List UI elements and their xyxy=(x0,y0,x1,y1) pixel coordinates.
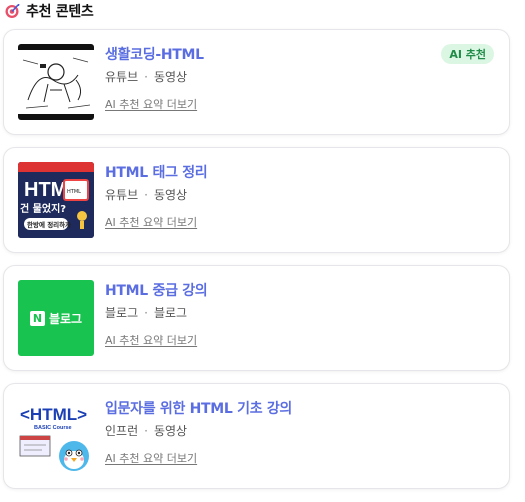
content-meta: 유튜브 · 동영상 xyxy=(105,68,495,85)
ai-summary-link[interactable]: AI 추천 요약 더보기 xyxy=(105,96,197,112)
target-icon xyxy=(5,4,20,18)
thumb-basic-course-text: BASIC Course xyxy=(34,425,72,431)
thumb-banner-text: 한방에 정리하자 xyxy=(27,220,71,229)
ai-recommend-badge: AI 추천 xyxy=(441,44,494,64)
content-card[interactable]: HTML 건 물었지? HTML 한방에 정리하자 HTML 태그 정리 유튜브… xyxy=(3,147,510,253)
html-basic-thumbnail: <HTML> BASIC Course xyxy=(18,398,94,474)
html-tag-thumbnail: HTML 건 물었지? HTML 한방에 정리하자 xyxy=(18,162,94,238)
ai-summary-link[interactable]: AI 추천 요약 더보기 xyxy=(105,450,197,466)
content-type: 블로그 xyxy=(153,306,188,320)
content-title-link[interactable]: 생활코딩-HTML xyxy=(105,44,495,64)
content-title-link[interactable]: HTML 중급 강의 xyxy=(105,280,495,300)
separator-dot: · xyxy=(144,187,148,202)
content-type: 동영상 xyxy=(153,188,188,202)
separator-dot: · xyxy=(144,69,148,84)
ai-summary-link[interactable]: AI 추천 요약 더보기 xyxy=(105,332,197,348)
thumbnail-image[interactable] xyxy=(18,44,94,120)
thumbnail-image[interactable]: N 블로그 xyxy=(18,280,94,356)
content-title-link[interactable]: 입문자를 위한 HTML 기초 강의 xyxy=(105,398,495,418)
content-meta: 인프런 · 동영상 xyxy=(105,422,495,439)
thumbnail-image[interactable]: <HTML> BASIC Course xyxy=(18,398,94,474)
separator-dot: · xyxy=(144,305,148,320)
thumbnail-image[interactable]: HTML 건 물었지? HTML 한방에 정리하자 xyxy=(18,162,94,238)
content-meta: 유튜브 · 동영상 xyxy=(105,186,495,203)
content-card[interactable]: <HTML> BASIC Course 입문자를 위한 HTML 기초 강의 인… xyxy=(3,383,510,489)
content-source: 유튜브 xyxy=(105,70,139,84)
content-card[interactable]: N 블로그 HTML 중급 강의 블로그 · 블로그 AI 추천 요약 더보기 xyxy=(3,265,510,371)
section-title: 추천 콘텐츠 xyxy=(26,4,94,20)
thumb-blog-text: 블로그 xyxy=(48,311,83,326)
naver-logo-icon: N xyxy=(29,310,45,326)
separator-dot: · xyxy=(144,423,148,438)
content-source: 유튜브 xyxy=(105,188,139,202)
section-header: 추천 콘텐츠 xyxy=(4,0,94,22)
content-title-link[interactable]: HTML 태그 정리 xyxy=(105,162,495,182)
content-type: 동영상 xyxy=(153,70,188,84)
sketch-illustration xyxy=(18,50,94,114)
content-meta: 블로그 · 블로그 xyxy=(105,304,495,321)
ai-summary-link[interactable]: AI 추천 요약 더보기 xyxy=(105,214,197,230)
thumb-question-text: 건 물었지? xyxy=(20,202,66,215)
content-source: 블로그 xyxy=(105,306,139,320)
content-type: 동영상 xyxy=(153,424,188,438)
content-card[interactable]: 생활코딩-HTML 유튜브 · 동영상 AI 추천 요약 더보기 AI 추천 xyxy=(3,29,510,135)
thumb-html-logo-text: <HTML> xyxy=(20,405,87,424)
content-source: 인프런 xyxy=(105,424,139,438)
svg-text:HTML: HTML xyxy=(67,189,81,195)
